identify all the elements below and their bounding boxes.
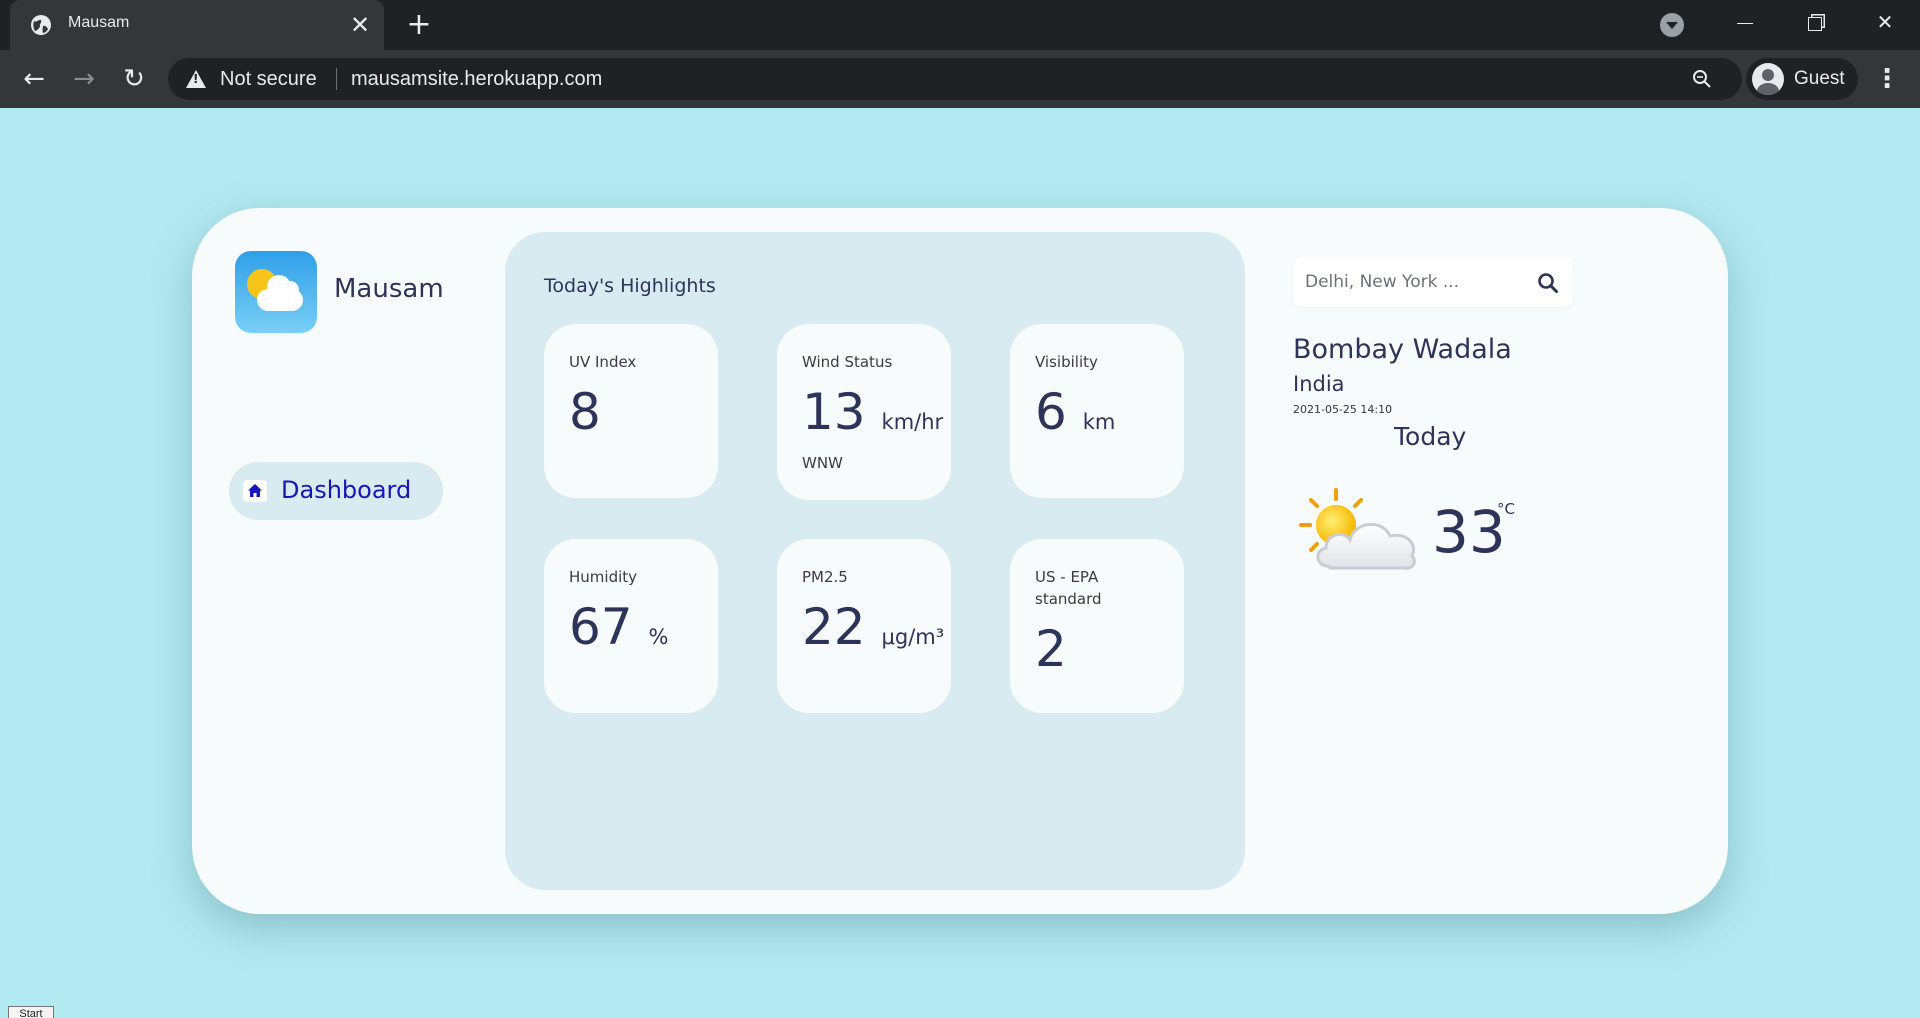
card-unit: km — [1082, 410, 1116, 434]
wind-direction: WNW — [802, 454, 843, 472]
temperature-unit: °C — [1497, 500, 1515, 518]
tab-close-icon[interactable]: ✕ — [346, 11, 374, 39]
card-number: 22 — [802, 598, 866, 656]
minimize-icon — [1737, 23, 1753, 24]
card-label: Visibility — [1035, 353, 1098, 371]
uv-index-card: UV Index 8 — [544, 324, 718, 498]
card-value: 2 — [1035, 621, 1067, 677]
card-value: 13 km/hr — [802, 384, 943, 450]
browser-tab[interactable]: Mausam ✕ — [10, 0, 384, 50]
security-status[interactable]: Not secure — [220, 68, 317, 91]
card-number: 6 — [1035, 383, 1067, 441]
window-restore-button[interactable] — [1780, 0, 1850, 44]
today-label: Today — [1394, 422, 1467, 451]
profile-button[interactable]: Guest — [1746, 58, 1858, 100]
highlights-panel: Today's Highlights UV Index 8 Wind Statu… — [505, 232, 1245, 890]
app-card: Mausam Dashboard Today's Highlights UV I… — [192, 208, 1728, 914]
card-label: PM2.5 — [802, 568, 848, 586]
wind-status-card: Wind Status 13 km/hr WNW — [777, 324, 951, 500]
card-unit: km/hr — [881, 410, 944, 434]
avatar-icon — [1752, 63, 1784, 95]
app-name: Mausam — [334, 274, 444, 304]
restore-icon — [1808, 16, 1822, 31]
card-label: Wind Status — [802, 353, 893, 371]
highlights-title: Today's Highlights — [544, 275, 716, 297]
us-epa-card: US - EPA standard 2 — [1010, 539, 1184, 713]
address-bar[interactable]: Not secure mausamsite.herokuapp.com — [168, 58, 1742, 100]
warning-icon[interactable] — [186, 70, 206, 88]
card-unit: μg/m³ — [881, 625, 945, 649]
card-value: 8 — [569, 384, 601, 440]
card-label: US - EPA standard — [1035, 568, 1102, 608]
globe-icon — [31, 15, 51, 35]
humidity-card: Humidity 67 % — [544, 539, 718, 713]
browser-titlebar: Mausam ✕ + ✕ — [0, 0, 1920, 50]
address-separator — [336, 68, 337, 90]
card-value: 6 km — [1035, 384, 1115, 450]
url-text[interactable]: mausamsite.herokuapp.com — [351, 68, 602, 91]
pm25-card: PM2.5 22 μg/m³ — [777, 539, 951, 713]
card-label: Humidity — [569, 568, 638, 586]
search-icon[interactable] — [1537, 272, 1559, 294]
card-label: UV Index — [569, 353, 637, 371]
card-number: 2 — [1035, 620, 1067, 678]
logo-cloud — [257, 275, 303, 311]
forward-button[interactable]: → — [67, 62, 101, 96]
sidebar-item-dashboard[interactable]: Dashboard — [229, 462, 443, 520]
back-button[interactable]: ← — [17, 62, 51, 96]
card-unit: % — [648, 625, 669, 649]
browser-menu-icon[interactable]: ⋮ — [1872, 62, 1902, 96]
visibility-card: Visibility 6 km — [1010, 324, 1184, 498]
card-value: 67 % — [569, 599, 669, 665]
browser-toolbar: ← → ↻ Not secure mausamsite.herokuapp.co… — [0, 50, 1920, 108]
window-close-button[interactable]: ✕ — [1850, 0, 1920, 44]
search-input[interactable] — [1293, 257, 1529, 307]
reload-button[interactable]: ↻ — [117, 62, 151, 96]
card-number: 8 — [569, 383, 601, 441]
temperature-value: 33 — [1432, 498, 1506, 566]
location-city: Bombay Wadala — [1293, 334, 1512, 365]
sidebar-item-label: Dashboard — [281, 476, 412, 504]
tab-title: Mausam — [68, 14, 130, 31]
search-box — [1293, 257, 1573, 307]
card-number: 67 — [569, 598, 633, 656]
zoom-icon[interactable] — [1692, 69, 1712, 89]
partly-cloudy-icon — [1299, 488, 1416, 570]
home-icon — [243, 480, 267, 502]
tab-search-icon[interactable] — [1660, 13, 1684, 37]
card-value: 22 μg/m³ — [802, 599, 944, 665]
new-tab-button[interactable]: + — [402, 8, 436, 42]
window-minimize-button[interactable] — [1710, 0, 1780, 44]
profile-label: Guest — [1794, 68, 1845, 89]
start-button[interactable]: Start — [8, 1006, 54, 1018]
card-number: 13 — [802, 383, 866, 441]
location-datetime: 2021-05-25 14:10 — [1293, 403, 1393, 416]
app-logo-icon — [235, 251, 317, 333]
location-country: India — [1293, 372, 1345, 396]
